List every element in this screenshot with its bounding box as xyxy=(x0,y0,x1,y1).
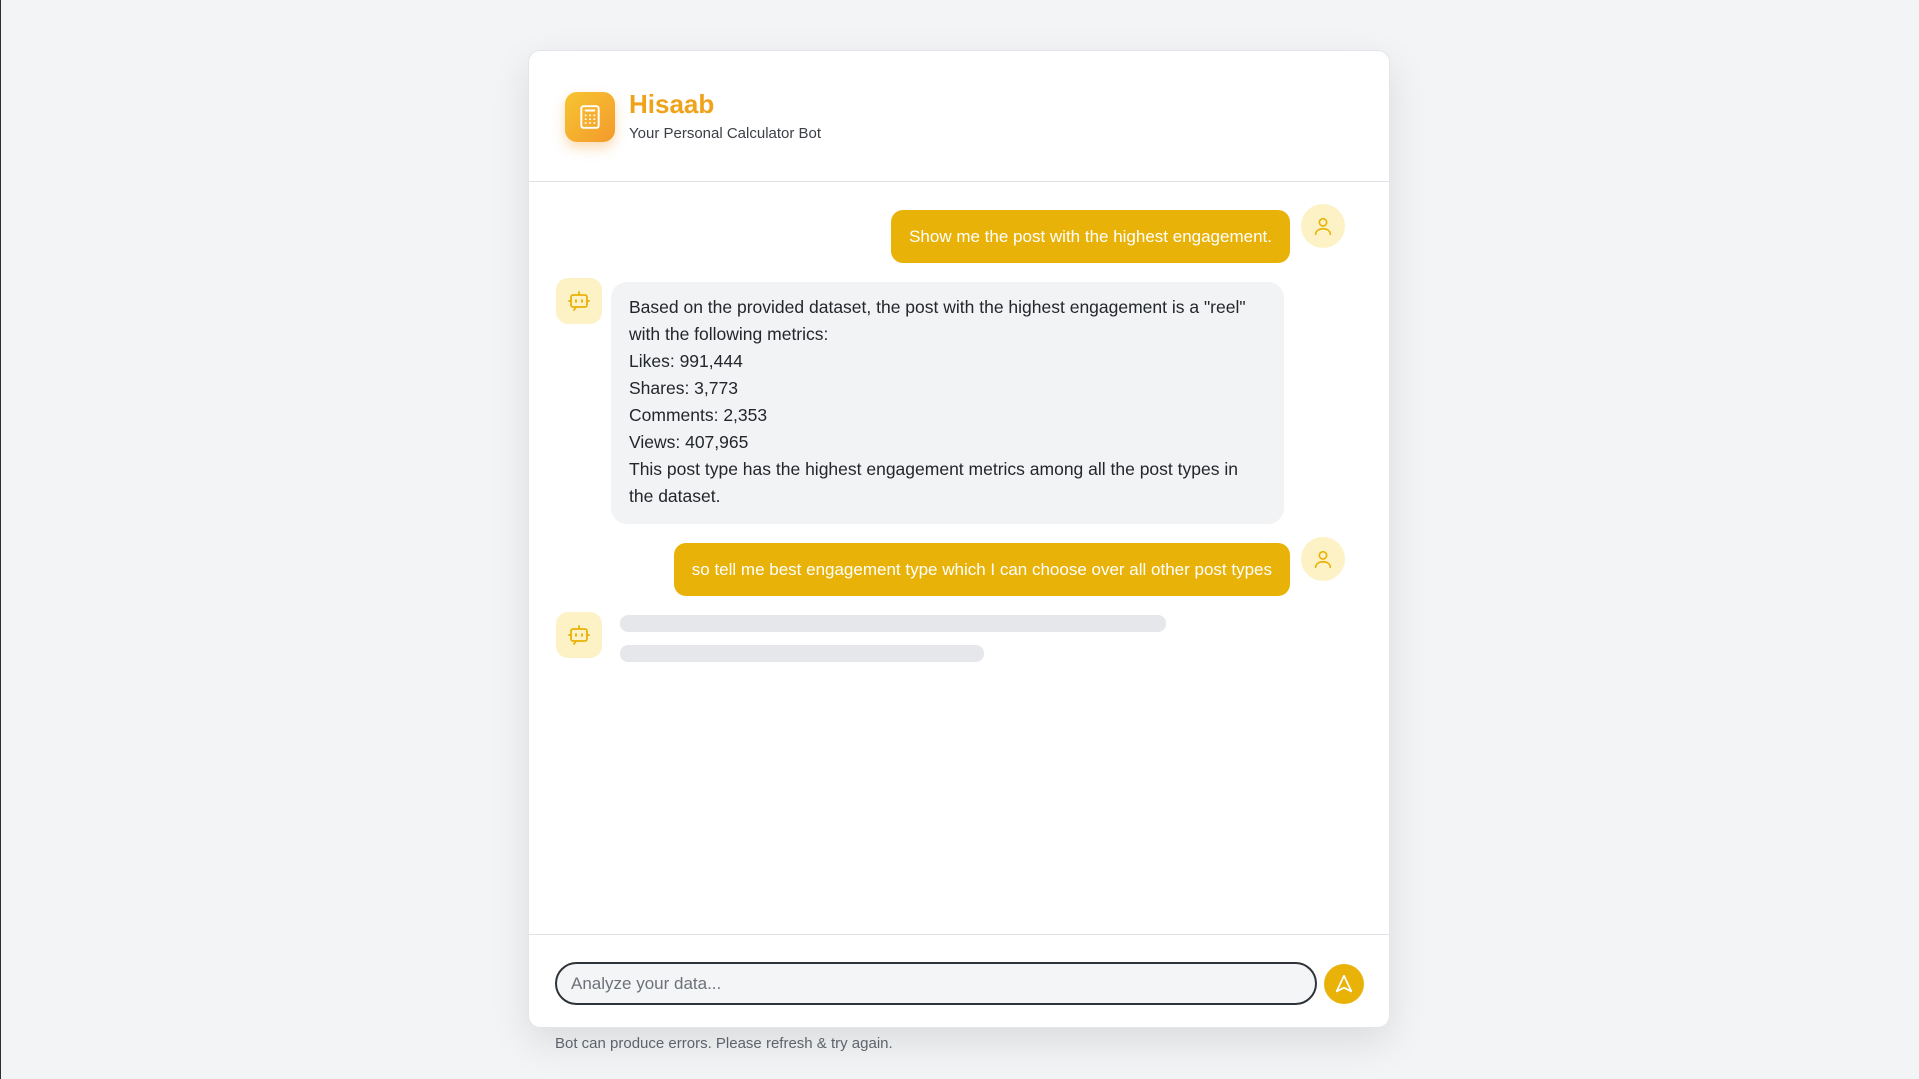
message-list: Show me the post with the highest engage… xyxy=(529,182,1389,934)
bot-message-line: Views: 407,965 xyxy=(629,432,749,452)
bot-icon xyxy=(568,291,590,311)
bot-message: Based on the provided dataset, the post … xyxy=(611,282,1284,524)
send-button[interactable] xyxy=(1324,964,1364,1004)
app-subtitle: Your Personal Calculator Bot xyxy=(629,125,822,142)
bot-message-line: Comments: 2,353 xyxy=(629,405,768,425)
bot-icon xyxy=(568,625,590,645)
bot-avatar xyxy=(556,278,602,324)
chat-header: Hisaab Your Personal Calculator Bot xyxy=(529,51,1389,182)
loading-skeleton-line xyxy=(620,615,1166,632)
bot-message-line: Shares: 3,773 xyxy=(629,378,738,398)
bot-avatar xyxy=(556,612,602,658)
chat-input[interactable] xyxy=(555,962,1317,1005)
bot-message-line: Based on the provided dataset, the post … xyxy=(629,297,1246,344)
user-icon xyxy=(1314,217,1332,236)
bot-message-line: This post type has the highest engagemen… xyxy=(629,459,1238,506)
chat-window: Hisaab Your Personal Calculator Bot Show… xyxy=(528,50,1390,1052)
composer: Bot can produce errors. Please refresh &… xyxy=(529,934,1389,1052)
window-edge xyxy=(0,0,1,1079)
send-icon xyxy=(1335,974,1353,993)
loading-skeleton-line xyxy=(620,645,984,662)
user-icon xyxy=(1314,550,1332,569)
app-title: Hisaab xyxy=(629,89,715,119)
user-message: Show me the post with the highest engage… xyxy=(891,210,1290,263)
disclaimer-text: Bot can produce errors. Please refresh &… xyxy=(555,1035,893,1052)
bot-message-line: Likes: 991,444 xyxy=(629,351,743,371)
user-avatar xyxy=(1301,537,1345,581)
user-avatar xyxy=(1301,204,1345,248)
user-message: so tell me best engagement type which I … xyxy=(673,543,1290,596)
calculator-icon xyxy=(565,92,615,142)
